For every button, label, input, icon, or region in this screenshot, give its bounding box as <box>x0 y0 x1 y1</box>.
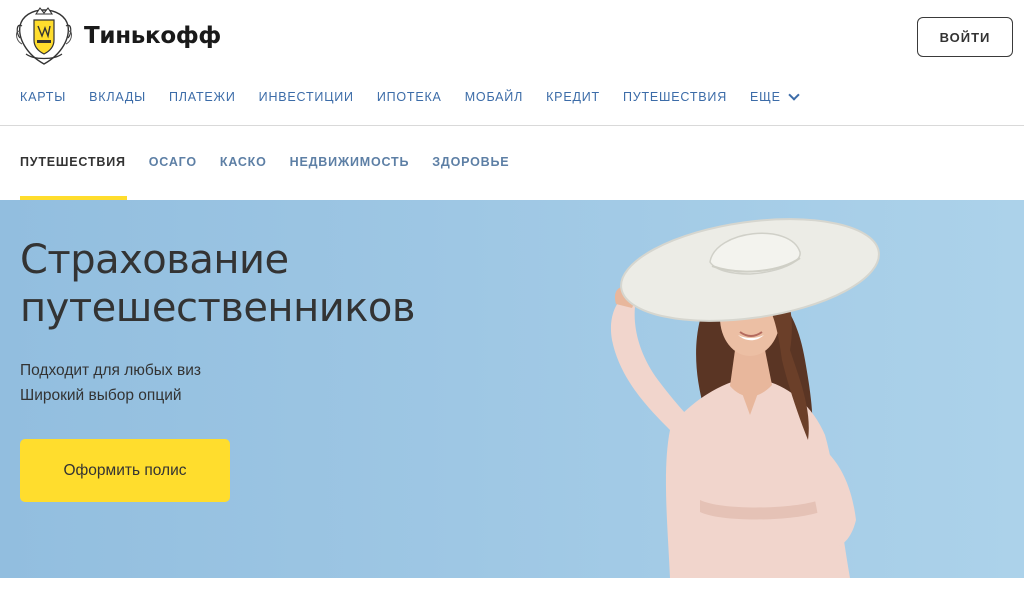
hero-subtitle-line-2: Широкий выбор опций <box>20 387 182 404</box>
nav-item-payments[interactable]: ПЛАТЕЖИ <box>169 90 236 104</box>
insurance-sub-nav: ПУТЕШЕСТВИЯ ОСАГО КАСКО НЕДВИЖИМОСТЬ ЗДО… <box>20 155 532 169</box>
nav-item-deposits[interactable]: ВКЛАДЫ <box>89 90 146 104</box>
brand-logo[interactable]: Тинькофф <box>12 4 221 68</box>
nav-item-investments[interactable]: ИНВЕСТИЦИИ <box>259 90 354 104</box>
tab-travel[interactable]: ПУТЕШЕСТВИЯ <box>20 155 126 169</box>
hero-banner: Страхование путешественников Подходит дл… <box>0 200 1024 578</box>
chevron-down-icon <box>788 89 800 101</box>
brand-name: Тинькофф <box>84 23 221 49</box>
get-policy-button[interactable]: Оформить полис <box>20 439 230 502</box>
coat-of-arms-icon <box>16 7 72 65</box>
nav-item-credit[interactable]: КРЕДИТ <box>546 90 600 104</box>
nav-divider <box>0 125 1024 126</box>
page-footer-strip <box>0 578 1024 603</box>
main-nav: КАРТЫ ВКЛАДЫ ПЛАТЕЖИ ИНВЕСТИЦИИ ИПОТЕКА … <box>20 87 821 107</box>
woman-in-hat-image <box>610 218 880 578</box>
nav-item-travel[interactable]: ПУТЕШЕСТВИЯ <box>623 90 727 104</box>
nav-item-mobile[interactable]: МОБАЙЛ <box>465 90 523 104</box>
nav-more-label: ЕЩЕ <box>750 90 781 104</box>
hero-title: Страхование путешественников <box>20 236 415 332</box>
hero-title-line-1: Страхование <box>20 237 289 283</box>
tab-kasko[interactable]: КАСКО <box>220 155 267 169</box>
nav-item-mortgage[interactable]: ИПОТЕКА <box>377 90 442 104</box>
nav-more-dropdown[interactable]: ЕЩЕ <box>750 89 800 104</box>
tab-osago[interactable]: ОСАГО <box>149 155 197 169</box>
hero-title-line-2: путешественников <box>20 285 415 331</box>
hero-subtitle: Подходит для любых виз Широкий выбор опц… <box>20 358 201 408</box>
hero-subtitle-line-1: Подходит для любых виз <box>20 362 201 379</box>
tab-health[interactable]: ЗДОРОВЬЕ <box>432 155 509 169</box>
nav-item-cards[interactable]: КАРТЫ <box>20 90 66 104</box>
site-header: Тинькофф ВОЙТИ <box>0 0 1024 72</box>
login-button[interactable]: ВОЙТИ <box>917 17 1013 57</box>
tab-property[interactable]: НЕДВИЖИМОСТЬ <box>290 155 410 169</box>
